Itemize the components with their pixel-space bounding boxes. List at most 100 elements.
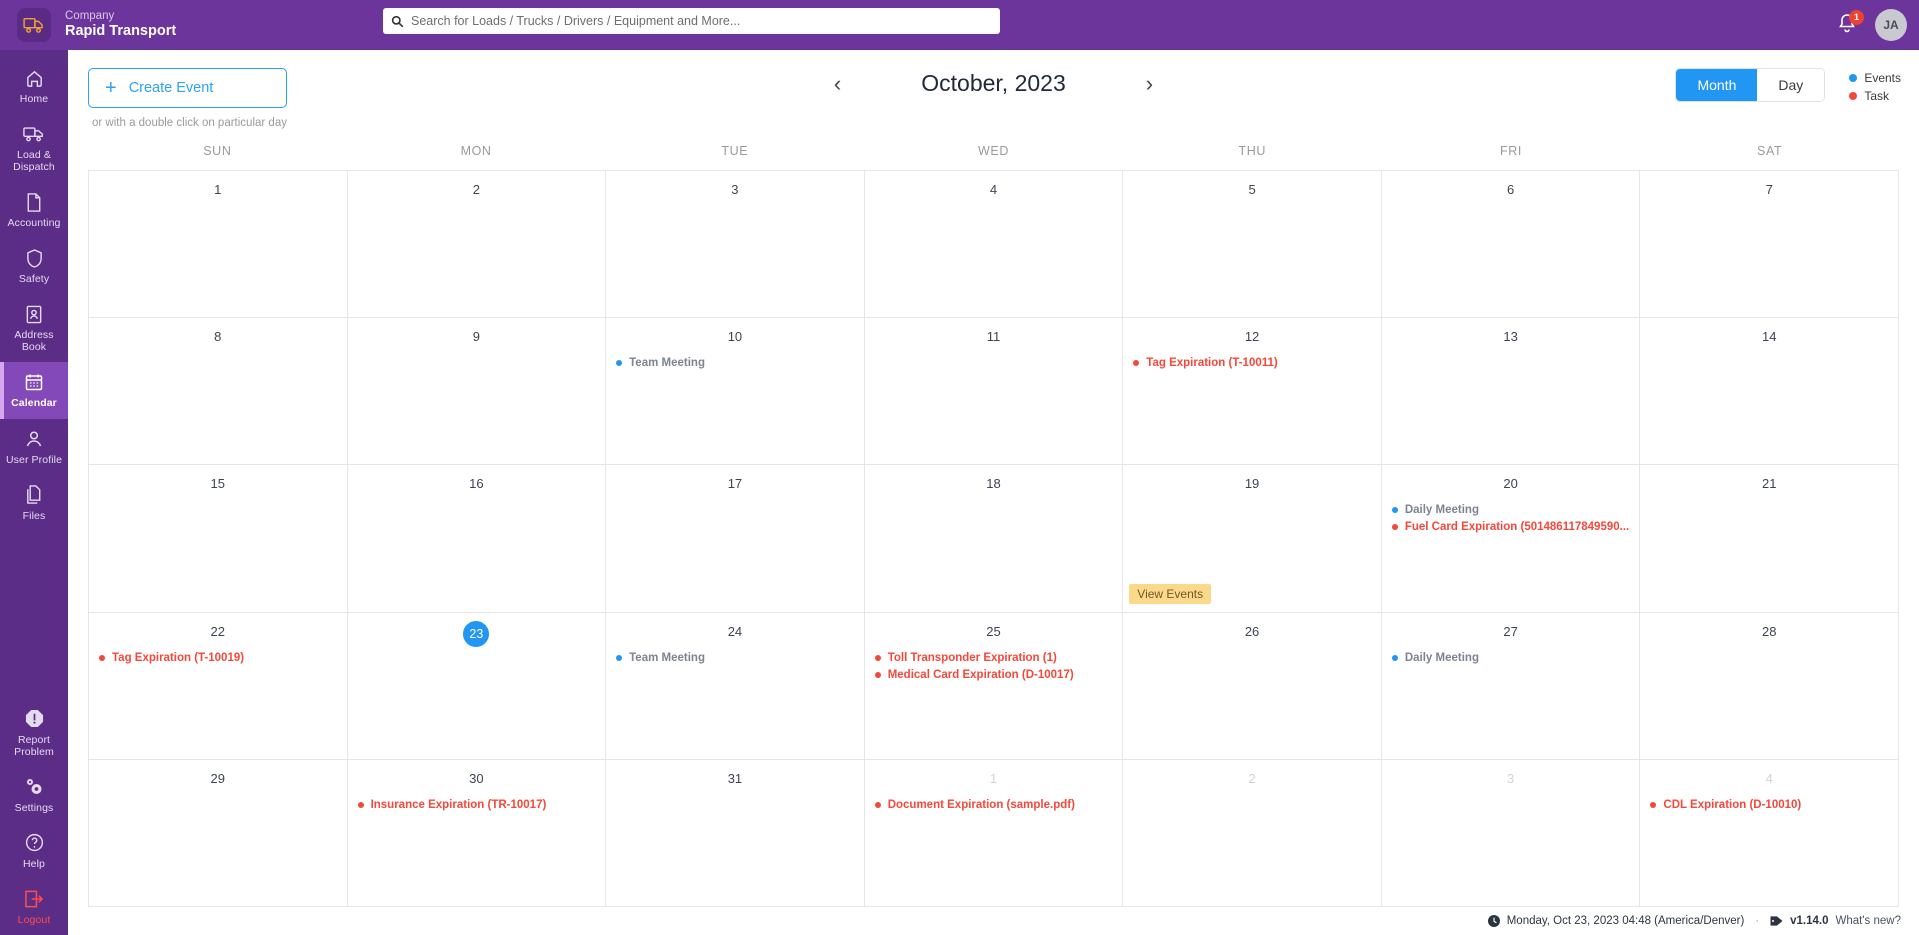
notifications-button[interactable]: 1 [1837, 10, 1864, 37]
calendar-day-cell[interactable]: 15 [89, 465, 348, 613]
calendar-day-cell[interactable]: 19 View Events [1123, 465, 1382, 613]
sidebar-item-help[interactable]: Help [0, 823, 68, 879]
event-label: Document Expiration (sample.pdf) [887, 798, 1075, 811]
calendar-day-cell[interactable]: 8 [89, 318, 348, 466]
calendar-day-cell[interactable]: 24 Team Meeting [606, 612, 865, 760]
sidebar-item-load-dispatch[interactable]: Load & Dispatch [0, 114, 68, 182]
app-logo [17, 8, 51, 42]
month-navigation: ‹ October, 2023 › [68, 70, 1919, 97]
calendar-day-cell[interactable]: 9 [347, 318, 607, 466]
view-events-button[interactable]: View Events [1129, 583, 1212, 604]
sidebar-item-report-problem[interactable]: Report Problem [0, 699, 68, 767]
weekday-label: WED [978, 144, 1009, 158]
sidebar-item-label: Accounting [7, 217, 61, 230]
weekday-label: TUE [721, 144, 749, 158]
calendar-day-cell[interactable]: 30 Insurance Expiration (TR-10017) [347, 759, 607, 907]
calendar-day-cell[interactable]: 3 [606, 171, 865, 319]
calendar-task-item[interactable]: Medical Card Expiration (D-10017) [874, 669, 1117, 681]
calendar-icon [25, 372, 43, 392]
calendar-task-item[interactable]: Tag Expiration (T-10019) [99, 652, 341, 664]
calendar-day-cell[interactable]: 28 [1640, 612, 1899, 760]
view-day-button[interactable]: Day [1757, 69, 1825, 101]
calendar-day-cell[interactable]: 10 Team Meeting [606, 318, 865, 466]
create-event-label: Create Event [128, 80, 214, 96]
day-number: 26 [1244, 623, 1260, 639]
view-controls: Month Day Events Task [1675, 68, 1901, 103]
legend-label: Task [1864, 89, 1889, 103]
calendar-day-cell[interactable]: 2 [1123, 759, 1382, 907]
calendar-task-item[interactable]: Document Expiration (sample.pdf) [874, 798, 1117, 811]
sidebar-item-calendar[interactable]: Calendar [0, 362, 68, 419]
calendar-task-item[interactable]: Toll Transponder Expiration (1) [874, 652, 1117, 664]
calendar-day-cell[interactable]: 29 [89, 759, 348, 907]
whats-new-link[interactable]: What's new? [1836, 915, 1901, 927]
sidebar-item-files[interactable]: Files [0, 475, 68, 531]
sidebar-item-user-profile[interactable]: User Profile [0, 419, 68, 475]
calendar-day-cell[interactable]: 14 [1640, 318, 1899, 466]
calendar-day-cell[interactable]: 3 [1381, 759, 1641, 907]
user-icon [25, 429, 43, 449]
alert-icon [25, 709, 44, 729]
calendar-event-item[interactable]: Daily Meeting [1391, 504, 1634, 517]
sidebar-item-safety[interactable]: Safety [0, 238, 68, 294]
calendar-day-cell[interactable]: 23 [347, 612, 607, 760]
calendar-day-cell[interactable]: 7 [1640, 171, 1899, 319]
sidebar-item-settings[interactable]: Settings [0, 767, 68, 823]
footer-separator: · [1755, 915, 1760, 927]
calendar-event-item[interactable]: Team Meeting [616, 357, 858, 369]
calendar-day-cell[interactable]: 21 [1640, 465, 1899, 613]
weekday-label: FRI [1499, 144, 1522, 158]
calendar-day-cell[interactable]: 12 Tag Expiration (T-10011) [1123, 318, 1382, 466]
calendar-task-item[interactable]: CDL Expiration (D-10010) [1650, 799, 1892, 811]
search-input[interactable] [411, 14, 992, 28]
calendar-day-cell[interactable]: 20 Daily Meeting Fuel Card Expiration (501… [1381, 465, 1641, 613]
calendar-task-item[interactable]: Insurance Expiration (TR-10017) [357, 799, 600, 811]
calendar-day-cell[interactable]: 13 [1381, 318, 1641, 466]
sidebar-item-label: Address Book [14, 329, 54, 354]
calendar-task-item[interactable]: Tag Expiration (T-10011) [1133, 357, 1375, 369]
weekday-label: SUN [203, 144, 232, 158]
calendar-day-cell[interactable]: 25 Toll Transponder Expiration (1) Medical… [864, 612, 1124, 760]
day-number: 1 [214, 182, 222, 197]
day-number: 4 [1765, 770, 1773, 786]
day-number: 12 [1244, 329, 1260, 345]
calendar-day-cell[interactable]: 1 [89, 171, 348, 319]
event-label: Daily Meeting [1404, 504, 1479, 517]
weekday-label: MON [460, 144, 492, 158]
calendar-day-cell[interactable]: 16 [347, 465, 607, 613]
next-month-button[interactable]: › [1136, 71, 1163, 97]
day-number: 30 [469, 770, 484, 786]
calendar-day-cell[interactable]: 2 [347, 171, 607, 319]
legend-item-events: Events [1849, 71, 1901, 85]
event-dot-icon [616, 654, 623, 661]
sidebar-item-label: Safety [18, 273, 50, 286]
create-event-button[interactable]: + Create Event [88, 68, 287, 108]
sidebar-item-logout[interactable]: Logout [0, 879, 68, 935]
calendar-day-cell[interactable]: 27 Daily Meeting [1381, 612, 1641, 760]
calendar-day-cell[interactable]: 5 [1123, 171, 1382, 319]
calendar-day-cell[interactable]: 4 [864, 171, 1124, 319]
calendar-day-cell[interactable]: 6 [1381, 171, 1641, 319]
view-month-button[interactable]: Month [1676, 69, 1758, 101]
calendar-day-cell[interactable]: 1 Document Expiration (sample.pdf) [864, 759, 1124, 907]
calendar-day-cell[interactable]: 22 Tag Expiration (T-10019) [89, 612, 348, 760]
day-number: 8 [214, 329, 222, 345]
sidebar-item-accounting[interactable]: Accounting [0, 182, 68, 238]
calendar-task-item[interactable]: Fuel Card Expiration (501486117849590... [1391, 521, 1634, 533]
calendar-day-cell[interactable]: 26 [1123, 612, 1382, 760]
calendar-day-cell[interactable]: 18 [864, 465, 1124, 613]
calendar-day-cell[interactable]: 31 [606, 759, 865, 907]
calendar-day-cell[interactable]: 17 [606, 465, 865, 613]
calendar-day-cell[interactable]: 11 [864, 318, 1124, 466]
day-number: 2 [472, 182, 480, 197]
calendar-event-item[interactable]: Team Meeting [616, 652, 858, 664]
sidebar-item-home[interactable]: Home [0, 58, 68, 114]
shield-icon [26, 248, 43, 268]
prev-month-button[interactable]: ‹ [824, 71, 851, 97]
calendar-day-cell[interactable]: 4 CDL Expiration (D-10010) [1640, 759, 1899, 907]
global-search[interactable] [383, 8, 1000, 34]
sidebar-item-label: Logout [17, 913, 51, 926]
avatar[interactable]: JA [1875, 9, 1907, 41]
calendar-event-item[interactable]: Daily Meeting [1391, 652, 1634, 664]
sidebar-item-address-book[interactable]: Address Book [0, 294, 68, 362]
